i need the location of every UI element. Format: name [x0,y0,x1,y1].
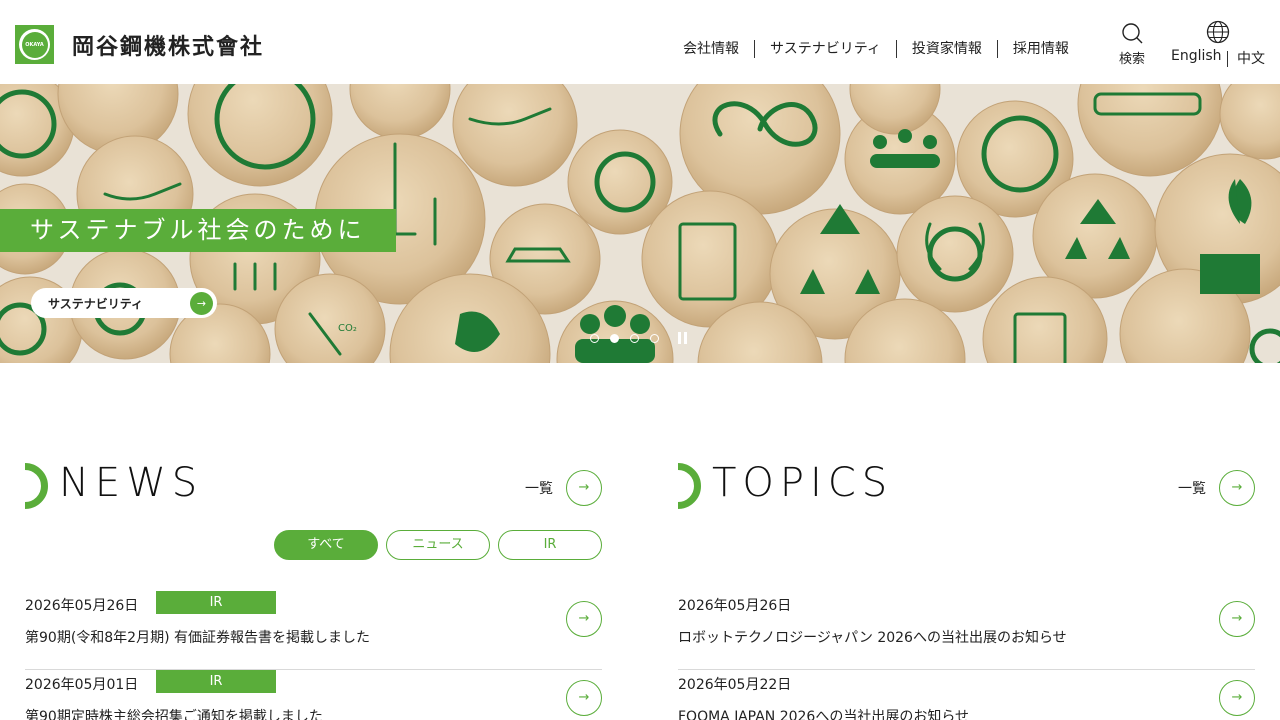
filter-news-button[interactable]: ニュース [386,530,490,560]
site-header: OKAYA 岡谷鋼機株式會社 会社情報 サステナビリティ 投資家情報 採用情報 … [0,0,1280,84]
topics-item[interactable]: 2026年05月22日 FOOMA JAPAN 2026への当社出展のお知らせ … [678,670,1255,720]
topics-title-link[interactable]: ロボットテクノロジージャパン 2026への当社出展のお知らせ [678,627,1067,647]
nav-item-company[interactable]: 会社情報 [668,40,754,58]
section-mark-icon [678,463,701,509]
news-filter-group: すべて ニュース IR [274,530,610,560]
slider-dot[interactable] [590,333,599,343]
slider-dot-active[interactable] [610,333,619,343]
company-name: 岡谷鋼機株式會社 [72,34,265,60]
view-all-label: 一覧 [1178,481,1206,497]
news-item[interactable]: 2026年05月01日 IR 第90期定時株主総会招集ご通知を掲載しました → [25,670,602,720]
topics-list: 2026年05月26日 ロボットテクノロジージャパン 2026への当社出展のお知… [678,591,1255,720]
search-icon [1122,23,1143,44]
topics-title-link[interactable]: FOOMA JAPAN 2026への当社出展のお知らせ [678,706,969,720]
co2-label: CO₂ [338,323,357,334]
logo-mark: OKAYA [15,25,54,64]
arrow-right-icon[interactable]: → [1219,601,1255,637]
slider-dot[interactable] [630,333,639,343]
topics-view-all-link[interactable]: 一覧 → [1178,470,1255,506]
topics-section: TOPICS 一覧 → 2026年05月26日 ロボットテクノロジージャパン 2… [678,460,1255,720]
news-date: 2026年05月01日 [25,677,139,693]
filter-all-button[interactable]: すべて [274,530,378,560]
company-logo[interactable]: OKAYA 岡谷鋼機株式會社 [15,25,264,64]
topics-title: TOPICS [712,460,894,506]
news-category-badge: IR [156,670,276,693]
news-view-all-link[interactable]: 一覧 → [525,470,602,506]
logo-mark-text: OKAYA [21,31,48,58]
topics-header: TOPICS 一覧 → [678,460,1255,511]
search-label: 検索 [1118,52,1145,67]
lang-chinese-link[interactable]: 中文 [1237,48,1265,68]
nav-item-sustainability[interactable]: サステナビリティ [754,40,896,58]
globe-icon [1206,20,1230,44]
news-title-link[interactable]: 第90期定時株主総会招集ご通知を掲載しました [25,706,323,720]
language-switcher: English 中文 [1168,20,1268,68]
hero-title: サステナブル社会のために [0,209,396,252]
pause-icon[interactable] [678,332,690,344]
arrow-right-icon[interactable]: → [566,680,602,716]
nav-item-investors[interactable]: 投資家情報 [895,40,997,58]
nav-item-recruit[interactable]: 採用情報 [996,40,1084,58]
arrow-right-icon[interactable]: → [1219,680,1255,716]
news-category-badge: IR [156,591,276,614]
news-header: NEWS 一覧 → [25,460,602,511]
slider-dot[interactable] [650,333,659,343]
slider-pagination [590,332,690,344]
search-button[interactable]: 検索 [1112,22,1152,67]
news-item[interactable]: 2026年05月26日 IR 第90期(令和8年2月期) 有価証券報告書を掲載し… [25,591,602,670]
hero-sustainability-button[interactable]: サステナビリティ → [31,288,217,318]
global-nav: 会社情報 サステナビリティ 投資家情報 採用情報 [668,40,1084,58]
news-title-link[interactable]: 第90期(令和8年2月期) 有価証券報告書を掲載しました [25,627,370,647]
news-title: NEWS [59,460,204,506]
news-date: 2026年05月26日 [25,598,139,614]
filter-ir-button[interactable]: IR [498,530,602,560]
topics-date: 2026年05月26日 [678,598,792,614]
topics-item[interactable]: 2026年05月26日 ロボットテクノロジージャパン 2026への当社出展のお知… [678,591,1255,670]
arrow-right-icon: → [566,470,602,506]
topics-date: 2026年05月22日 [678,677,792,693]
hero-slider: CO₂ サステナブル社会のために サステナビリティ → [0,84,1280,363]
lang-divider [1227,51,1228,67]
news-section: NEWS 一覧 → すべて ニュース IR 2026年05月26日 IR 第90… [25,460,602,720]
arrow-right-icon: → [1219,470,1255,506]
hero-button-label: サステナビリティ [48,296,144,311]
arrow-right-icon[interactable]: → [566,601,602,637]
lang-english-link[interactable]: English [1171,48,1222,64]
news-list: 2026年05月26日 IR 第90期(令和8年2月期) 有価証券報告書を掲載し… [25,591,602,720]
arrow-right-icon: → [190,292,213,315]
section-mark-icon [25,463,48,509]
view-all-label: 一覧 [525,481,553,497]
